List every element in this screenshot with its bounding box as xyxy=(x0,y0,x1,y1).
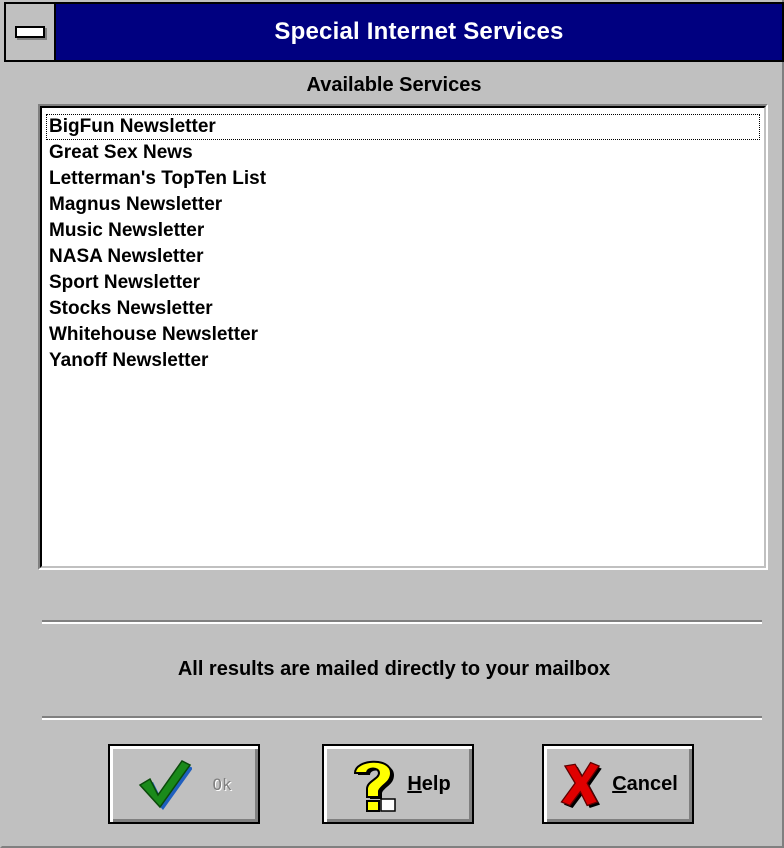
help-label-rest: elp xyxy=(422,773,451,795)
cancel-label-rest: ancel xyxy=(627,773,678,795)
list-item[interactable]: Sport Newsletter xyxy=(46,270,760,296)
list-item[interactable]: Great Sex News xyxy=(46,140,760,166)
divider-top xyxy=(42,620,762,624)
help-button-label: Help xyxy=(407,773,450,796)
list-item[interactable]: Letterman's TopTen List xyxy=(46,166,760,192)
list-item[interactable]: Whitehouse Newsletter xyxy=(46,322,760,348)
help-button[interactable]: Help xyxy=(322,744,474,824)
system-menu-button[interactable] xyxy=(6,4,56,60)
mail-info-text: All results are mailed directly to your … xyxy=(2,654,784,684)
title-bar[interactable]: Special Internet Services xyxy=(4,2,784,62)
help-mnemonic: H xyxy=(407,773,421,795)
list-item[interactable]: Music Newsletter xyxy=(46,218,760,244)
red-x-icon xyxy=(558,755,606,813)
list-item[interactable]: Magnus Newsletter xyxy=(46,192,760,218)
list-item[interactable]: Yanoff Newsletter xyxy=(46,348,760,374)
checkmark-icon xyxy=(136,755,192,813)
available-services-heading: Available Services xyxy=(2,70,784,100)
ok-button[interactable]: Ok xyxy=(108,744,260,824)
services-listbox[interactable]: BigFun Newsletter Great Sex News Letterm… xyxy=(38,104,768,570)
ok-button-label: Ok xyxy=(212,775,231,794)
question-mark-icon xyxy=(345,755,401,813)
system-menu-icon xyxy=(15,26,45,38)
cancel-mnemonic: C xyxy=(612,773,626,795)
list-item[interactable]: NASA Newsletter xyxy=(46,244,760,270)
list-item[interactable]: Stocks Newsletter xyxy=(46,296,760,322)
window-title: Special Internet Services xyxy=(56,4,782,60)
divider-bottom xyxy=(42,716,762,720)
cancel-button[interactable]: Cancel xyxy=(542,744,694,824)
dialog-window: Special Internet Services Available Serv… xyxy=(0,0,784,848)
cancel-button-label: Cancel xyxy=(612,773,678,796)
list-item[interactable]: BigFun Newsletter xyxy=(46,114,760,140)
